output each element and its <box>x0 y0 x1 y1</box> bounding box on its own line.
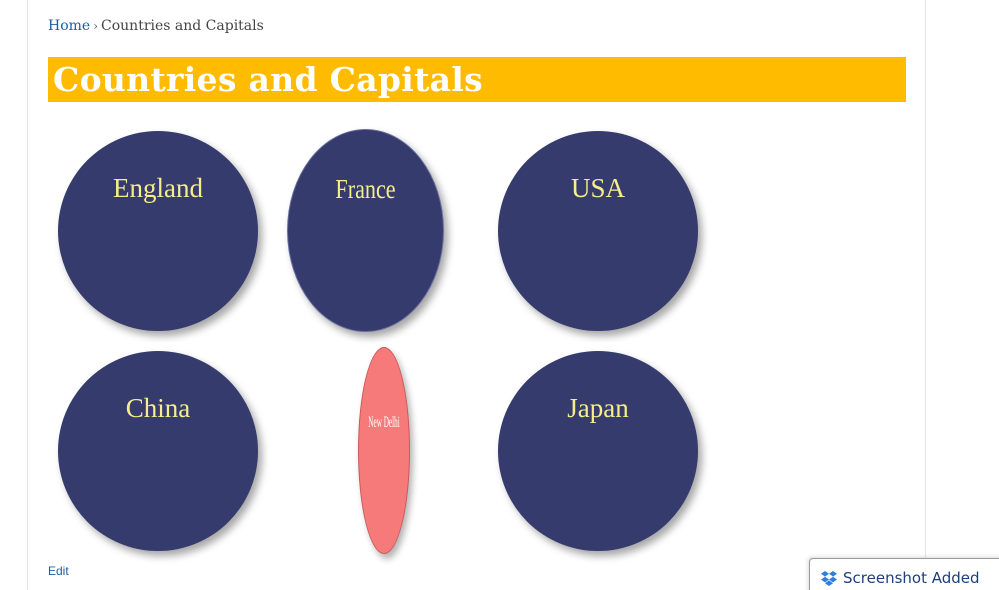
card-france[interactable]: France <box>287 129 444 332</box>
page: Home › Countries and Capitals Countries an… <box>0 0 999 590</box>
breadcrumb-separator: › <box>93 19 99 33</box>
card-label: New Delhi <box>368 414 400 431</box>
card-label: England <box>113 173 203 203</box>
edit-link[interactable]: Edit <box>48 564 69 578</box>
breadcrumb-current: Countries and Capitals <box>101 18 264 34</box>
card-label: France <box>335 174 396 204</box>
card-label: Japan <box>567 393 629 423</box>
dropbox-icon <box>821 571 837 586</box>
card-usa[interactable]: USA <box>498 131 698 331</box>
screenshot-notification[interactable]: Screenshot Added <box>809 558 999 590</box>
page-title-bar: Countries and Capitals <box>48 57 906 102</box>
card-new-delhi[interactable]: New Delhi <box>358 347 410 554</box>
notification-text: Screenshot Added <box>843 569 980 587</box>
breadcrumb-home-link[interactable]: Home <box>48 18 90 34</box>
card-label: USA <box>570 173 625 203</box>
card-japan[interactable]: Japan <box>498 351 698 551</box>
breadcrumb: Home › Countries and Capitals <box>48 18 264 34</box>
card-label: China <box>125 393 191 423</box>
card-china[interactable]: China <box>58 351 258 551</box>
card-england[interactable]: England <box>58 131 258 331</box>
page-title: Countries and Capitals <box>53 60 484 99</box>
